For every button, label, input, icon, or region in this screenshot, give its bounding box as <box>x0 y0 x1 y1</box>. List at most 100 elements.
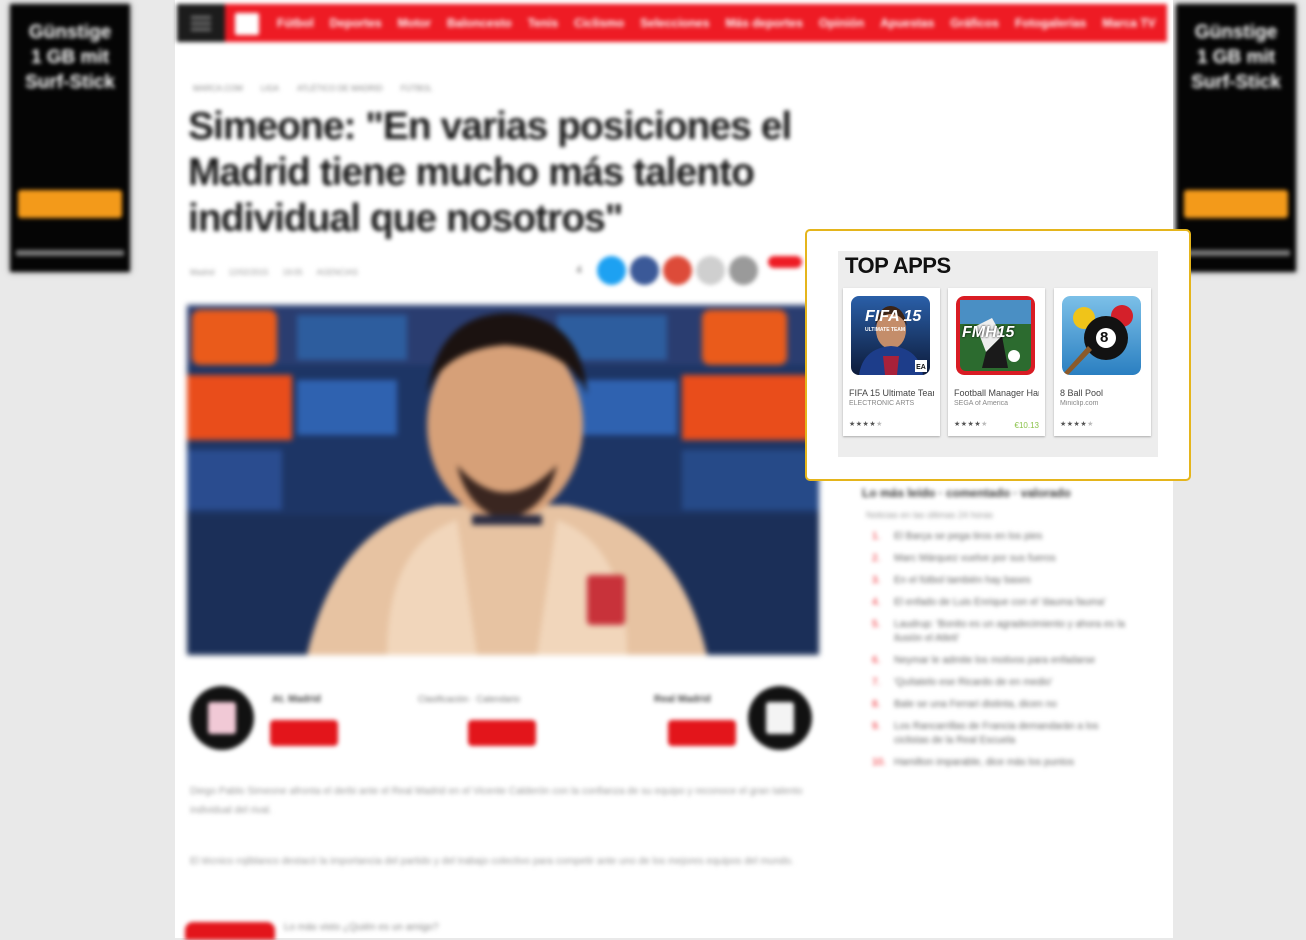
nav-item[interactable]: Tenis <box>528 16 558 30</box>
list-item-text: Marc Márquez vuelve por sus fueros <box>894 553 1056 564</box>
list-item[interactable]: 9. Los Rancarrillas de Francia demandarán… <box>872 720 1132 748</box>
top-navigation: Fútbol Deportes Motor Baloncesto Tenis C… <box>177 4 1167 42</box>
site-logo[interactable] <box>235 13 259 35</box>
most-read-tabs[interactable]: Lo más leído · comentado · valorado <box>862 486 1071 500</box>
top-apps-title: TOP APPS <box>845 253 951 278</box>
list-item-text: Bale se una Ferrari distinta, dicen no <box>894 699 1057 710</box>
hamburger-line <box>191 28 211 31</box>
article-paragraph: El técnico rojiblanco destacó la importa… <box>190 856 794 867</box>
app-card[interactable]: FMH15 Football Manager Handheld 2015 SEG… <box>948 288 1045 436</box>
match-widget: At. Madrid Clasificación · Calendario Re… <box>188 682 818 772</box>
app-card[interactable]: 8 8 Ball Pool Miniclip.com ★★★★★ <box>1054 288 1151 436</box>
list-item[interactable]: 6. Neymar le admite los motivos para enfa… <box>872 654 1132 668</box>
home-team-button[interactable] <box>270 720 338 746</box>
list-item-text: Neymar le admite los motivos para enfada… <box>894 655 1096 666</box>
8-ball-pool-icon[interactable]: 8 <box>1062 296 1141 375</box>
list-item[interactable]: 7. 'Quítatelo ese Ricardo de en medio' <box>872 676 1132 690</box>
app-rating-stars: ★★★★★ <box>849 421 883 428</box>
article-hero-image <box>187 305 819 655</box>
app-developer: Miniclip.com <box>1060 400 1099 407</box>
ad-headline: Günstige 1 GB mit Surf-Stick <box>25 22 115 93</box>
away-team-name[interactable]: Real Madrid <box>654 694 711 705</box>
left-side-ad[interactable]: Günstige 1 GB mit Surf-Stick <box>10 4 130 272</box>
nav-item[interactable]: Deportes <box>330 16 382 30</box>
nav-item[interactable]: Fotogalerías <box>1015 16 1086 30</box>
nav-item[interactable]: Marca TV <box>1102 16 1155 30</box>
breadcrumb-item[interactable]: MARCA.COM <box>193 84 243 93</box>
most-read-subtitle: Noticias en las últimas 24 horas <box>866 510 994 520</box>
app-name: Football Manager Handheld 2015 <box>954 388 1039 398</box>
app-card[interactable]: EA FIFA 15 ULTIMATE TEAM FIFA 15 Ultimat… <box>843 288 940 436</box>
meta-item[interactable]: AGENCIAS <box>317 268 358 277</box>
comments-badge[interactable] <box>768 256 802 268</box>
list-item-text: 'Quítatelo ese Ricardo de en medio' <box>894 677 1053 688</box>
list-item-text: En el fútbol también hay bases <box>894 575 1031 586</box>
home-jersey-icon <box>208 702 236 734</box>
hamburger-line <box>191 16 211 19</box>
list-item-text: Laudrup: 'Bonito es un agradecimiento y … <box>894 619 1125 644</box>
ad-headline: Günstige 1 GB mit Surf-Stick <box>1191 22 1281 93</box>
top-apps-widget: TOP APPS EA FIFA 15 ULTIMATE TEAM FIFA 1… <box>838 251 1158 457</box>
right-side-ad[interactable]: Günstige 1 GB mit Surf-Stick <box>1176 4 1296 272</box>
match-center-links[interactable]: Clasificación · Calendario <box>418 694 520 704</box>
breadcrumb: MARCA.COM LIGA ATLÉTICO DE MADRID FÚTBOL <box>193 84 432 93</box>
list-item[interactable]: 1. El Barça se pega tiros en los pies <box>872 530 1132 544</box>
nav-item[interactable]: Gráficos <box>950 16 999 30</box>
nav-items: Fútbol Deportes Motor Baloncesto Tenis C… <box>277 4 1156 42</box>
app-developer: SEGA of America <box>954 400 1009 407</box>
related-tab[interactable] <box>185 922 275 940</box>
ad-cta-button[interactable] <box>1184 190 1288 218</box>
list-item-text: Los Rancarrillas de Francia demandarán a… <box>894 721 1099 746</box>
most-read-list: 1. El Barça se pega tiros en los pies 2. M… <box>872 530 1132 778</box>
list-item-text: Hamilton imparable, dice más los puntos <box>894 757 1075 768</box>
share-bar: 4 <box>565 256 802 285</box>
breadcrumb-item[interactable]: FÚTBOL <box>401 84 433 93</box>
meta-item: 12/02/2015 <box>228 268 269 277</box>
ad-cta-button[interactable] <box>18 190 122 218</box>
nav-item[interactable]: Motor <box>398 16 431 30</box>
list-item-text: El Barça se pega tiros en los pies <box>894 531 1043 542</box>
home-team-name[interactable]: At. Madrid <box>272 694 321 705</box>
away-jersey-icon <box>766 702 794 734</box>
comments-icon[interactable] <box>729 256 758 285</box>
away-team-crest[interactable] <box>748 686 812 750</box>
fmh-icon-label: FMH15 <box>962 324 1015 341</box>
score-button[interactable] <box>468 720 536 746</box>
nav-item[interactable]: Más deportes <box>726 16 803 30</box>
nav-item[interactable]: Apuestas <box>880 16 934 30</box>
app-rating-stars: ★★★★★ <box>1060 421 1094 428</box>
list-item[interactable]: 5. Laudrup: 'Bonito es un agradecimiento … <box>872 618 1132 646</box>
ad-url <box>1182 250 1290 256</box>
facebook-icon[interactable] <box>630 256 659 285</box>
share-count: 4 <box>576 265 582 276</box>
breadcrumb-item[interactable]: LIGA <box>261 84 279 93</box>
related-label[interactable]: Lo más visto ¿Quién es un amigo? <box>284 922 439 933</box>
google-plus-icon[interactable] <box>663 256 692 285</box>
article-paragraph: Diego Pablo Simeone afronta el derbi ant… <box>190 786 803 816</box>
fifa-15-icon[interactable]: EA FIFA 15 ULTIMATE TEAM <box>851 296 930 375</box>
press-conference-photo <box>187 305 819 655</box>
hamburger-line <box>191 22 211 25</box>
list-item-text: El enfado de Luis Enrique con el 'dauma … <box>894 597 1106 608</box>
list-item[interactable]: 2. Marc Márquez vuelve por sus fueros <box>872 552 1132 566</box>
nav-item[interactable]: Fútbol <box>277 16 314 30</box>
meta-item: 19:05 <box>282 268 303 277</box>
home-team-crest[interactable] <box>190 686 254 750</box>
away-team-button[interactable] <box>668 720 736 746</box>
app-name: 8 Ball Pool <box>1060 388 1104 398</box>
nav-item[interactable]: Opinión <box>819 16 864 30</box>
svg-text:EA: EA <box>916 364 926 371</box>
email-icon[interactable] <box>696 256 725 285</box>
breadcrumb-item[interactable]: ATLÉTICO DE MADRID <box>297 84 383 93</box>
nav-item[interactable]: Ciclismo <box>574 16 624 30</box>
nav-item[interactable]: Baloncesto <box>447 16 512 30</box>
list-item[interactable]: 3. En el fútbol también hay bases <box>872 574 1132 588</box>
list-item[interactable]: 4. El enfado de Luis Enrique con el 'daum… <box>872 596 1132 610</box>
twitter-icon[interactable] <box>597 256 626 285</box>
app-name: FIFA 15 Ultimate Team <box>849 388 934 398</box>
nav-item[interactable]: Selecciones <box>640 16 709 30</box>
list-item[interactable]: 8. Bale se una Ferrari distinta, dicen no <box>872 698 1132 712</box>
fmh15-icon[interactable]: FMH15 <box>956 296 1035 375</box>
menu-button[interactable] <box>177 4 225 42</box>
list-item[interactable]: 10. Hamilton imparable, dice más los punt… <box>872 756 1132 770</box>
